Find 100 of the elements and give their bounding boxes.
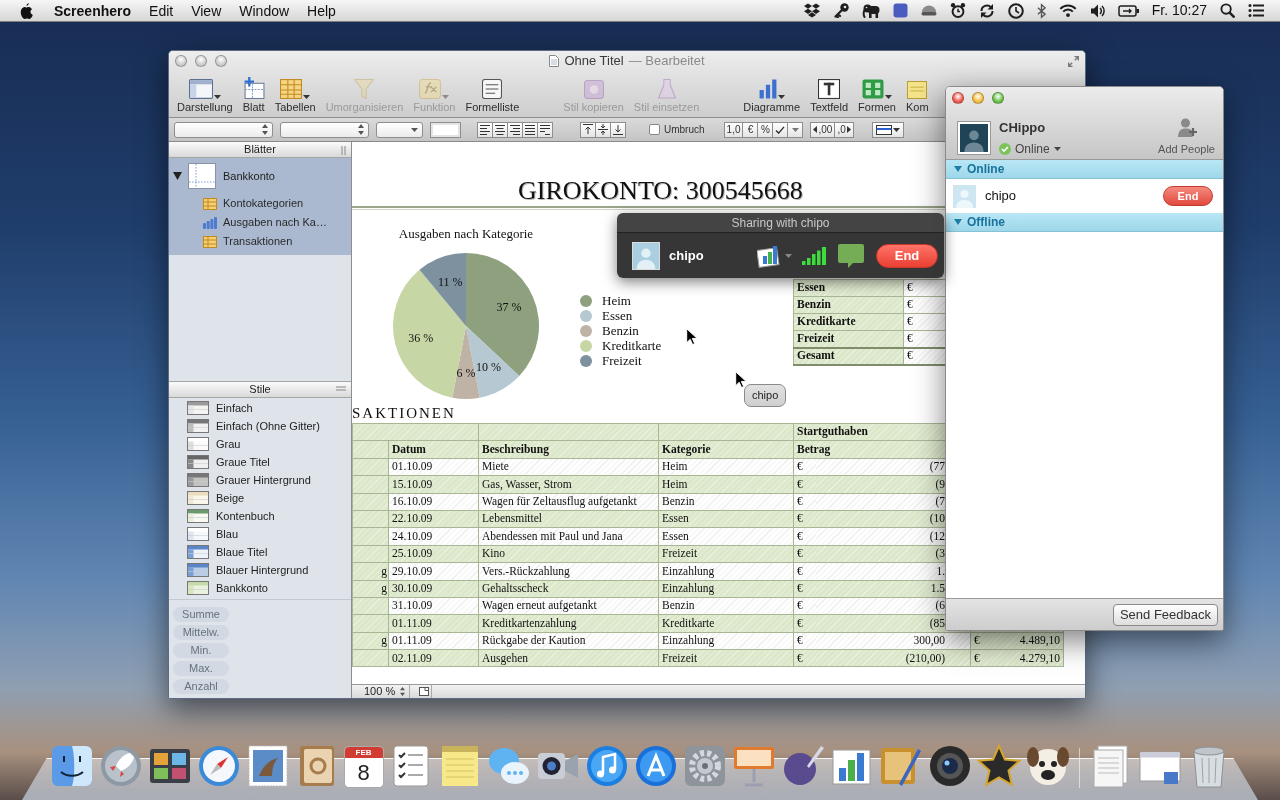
- number-format-button[interactable]: 1,0: [723, 121, 744, 138]
- style-item[interactable]: Grau: [169, 435, 351, 453]
- table-style-icon: [187, 545, 209, 559]
- list-sheet-icon: [482, 79, 503, 99]
- vertical-align-button[interactable]: [595, 121, 611, 138]
- calendar-month: FEB: [344, 747, 383, 758]
- music-note-icon[interactable]: [584, 744, 629, 788]
- style-item[interactable]: Blaue Titel: [169, 543, 351, 561]
- avatar-icon: [953, 184, 976, 208]
- calendar-icon[interactable]: FEB 8: [343, 746, 384, 788]
- toolbar-button[interactable]: Darstellung: [177, 75, 233, 114]
- add-people-button[interactable]: Add People: [1158, 118, 1215, 158]
- style-item[interactable]: Einfach (Ohne Gitter): [169, 417, 351, 435]
- number-format-button[interactable]: %: [757, 121, 774, 138]
- chat-bubble-icon[interactable]: [838, 243, 864, 268]
- vertical-align-button[interactable]: [580, 121, 596, 138]
- toolbar-button[interactable]: Blatt: [242, 75, 265, 114]
- align-button[interactable]: [507, 121, 523, 138]
- group-header[interactable]: Online: [946, 160, 1223, 179]
- alarm-clock-icon[interactable]: [949, 3, 966, 18]
- dropdown-field[interactable]: [376, 121, 423, 138]
- toolbar-button[interactable]: Diagramme: [743, 75, 801, 114]
- style-item[interactable]: Blauer Hintergrund: [169, 561, 351, 579]
- number-format-button[interactable]: €: [742, 121, 759, 138]
- dome-icon[interactable]: [920, 5, 937, 16]
- fullscreen-icon[interactable]: [1068, 55, 1079, 67]
- decimal-button[interactable]: ,00: [810, 121, 836, 138]
- align-button[interactable]: [537, 121, 553, 138]
- color-well[interactable]: [430, 121, 461, 138]
- style-item[interactable]: Beige: [169, 489, 351, 507]
- align-button[interactable]: [522, 121, 538, 138]
- dropdown-field[interactable]: [280, 121, 369, 138]
- zoom-button[interactable]: [992, 92, 1004, 104]
- star-icon[interactable]: [976, 744, 1021, 788]
- list-icon[interactable]: [1248, 4, 1264, 17]
- justify-icon: [525, 124, 535, 135]
- page-view-button[interactable]: [416, 685, 432, 698]
- sheet-child-item[interactable]: Ausgaben nach Ka…: [169, 213, 351, 232]
- apple-menu-icon[interactable]: [20, 2, 33, 19]
- menu-item[interactable]: Edit: [140, 0, 183, 21]
- elephant-icon[interactable]: [861, 3, 880, 18]
- camera-lens-icon[interactable]: [927, 744, 972, 788]
- align-button[interactable]: [477, 121, 493, 138]
- menu-item[interactable]: Window: [230, 0, 299, 21]
- zoom-field[interactable]: 100 %: [352, 685, 410, 698]
- toolbar-button[interactable]: Formen: [858, 75, 896, 114]
- bluetooth-icon[interactable]: [1036, 2, 1046, 19]
- stamp-icon[interactable]: [245, 744, 290, 788]
- sheet-child-item[interactable]: Kontokategorien: [169, 194, 351, 213]
- contact-row[interactable]: chipo End: [946, 179, 1223, 213]
- wifi-icon[interactable]: [1058, 4, 1077, 17]
- sheet-item[interactable]: Bankkonto Kontokategorien Ausgaben nach Ka… Transaktionen: [169, 158, 351, 255]
- dropbox-icon[interactable]: [802, 3, 821, 18]
- feedback-button[interactable]: Send Feedback: [1112, 603, 1218, 626]
- disclosure-triangle-icon[interactable]: [173, 172, 182, 180]
- menu-item[interactable]: View: [182, 0, 231, 21]
- menu-item[interactable]: Help: [298, 0, 345, 21]
- border-style-button[interactable]: [871, 121, 904, 138]
- slice-label: 6 %: [456, 365, 476, 380]
- status-selector[interactable]: Online: [999, 139, 1061, 158]
- battery-icon[interactable]: [1117, 4, 1139, 17]
- group-header[interactable]: Offline: [946, 213, 1223, 232]
- minimize-button[interactable]: [972, 92, 984, 104]
- key-icon[interactable]: [833, 3, 849, 18]
- style-item[interactable]: Kontenbuch: [169, 507, 351, 525]
- style-item[interactable]: Grauer Hintergrund: [169, 471, 351, 489]
- dropdown-field[interactable]: [174, 121, 273, 138]
- style-item[interactable]: Blau: [169, 525, 351, 543]
- align-button[interactable]: [492, 121, 508, 138]
- checkbox[interactable]: [649, 124, 660, 135]
- circle-tile-icon: [583, 80, 604, 99]
- style-item[interactable]: Graue Titel: [169, 453, 351, 471]
- toolbar-button[interactable]: Kom: [905, 75, 929, 114]
- number-format-button[interactable]: [772, 121, 789, 138]
- toolbar-button[interactable]: Textfeld: [810, 75, 849, 114]
- resize-handle-icon[interactable]: [336, 386, 346, 391]
- search-icon[interactable]: [1220, 3, 1235, 18]
- bar-chart-icon: [203, 216, 217, 229]
- sync-icon[interactable]: [978, 2, 995, 19]
- decimal-button[interactable]: ,0: [834, 121, 854, 138]
- toolbar-button[interactable]: Tabellen: [274, 75, 316, 114]
- sheet-child-item[interactable]: Transaktionen: [169, 232, 351, 251]
- resize-handle-icon[interactable]: [341, 146, 346, 155]
- square-icon[interactable]: [892, 3, 908, 18]
- arrow-left-icon: [813, 126, 818, 133]
- style-item[interactable]: Bankkonto: [169, 579, 351, 597]
- cartoon-dog-icon[interactable]: [1025, 744, 1070, 788]
- document-icon: [549, 55, 560, 67]
- menu-clock[interactable]: Fr. 10:27: [1151, 0, 1207, 21]
- number-format-button[interactable]: [787, 121, 804, 138]
- compass-icon[interactable]: [196, 744, 241, 788]
- style-item[interactable]: Einfach: [169, 399, 351, 417]
- volume-icon[interactable]: [1089, 3, 1105, 18]
- vertical-align-button[interactable]: [610, 121, 626, 138]
- app-menu[interactable]: Screenhero: [45, 0, 141, 21]
- smiling-face-icon[interactable]: [49, 744, 94, 788]
- clock-icon[interactable]: [1007, 2, 1024, 19]
- a-circle-icon[interactable]: [633, 744, 678, 788]
- toolbar-button[interactable]: Formelliste: [465, 75, 520, 114]
- close-button[interactable]: [952, 92, 964, 104]
